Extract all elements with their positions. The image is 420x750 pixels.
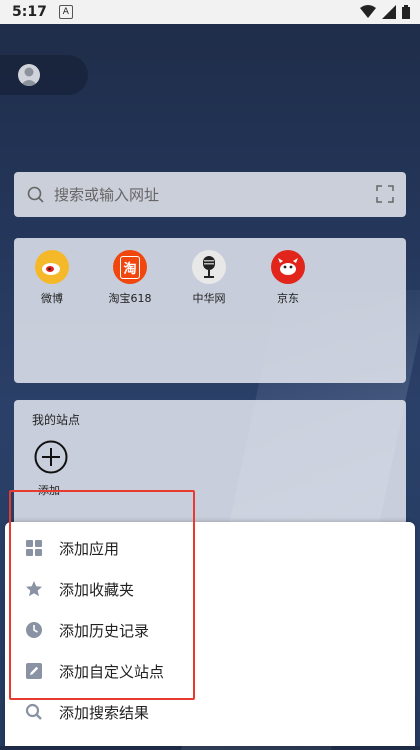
- jd-icon: [271, 250, 305, 284]
- search-icon: [25, 703, 42, 720]
- search-input[interactable]: 搜索或输入网址: [14, 172, 406, 217]
- signal-icon: [382, 5, 396, 19]
- site-label: 淘宝618: [108, 292, 152, 305]
- taobao-icon: 淘: [113, 250, 147, 284]
- site-jd[interactable]: 京东: [250, 250, 326, 306]
- my-sites-title: 我的站点: [32, 413, 81, 427]
- china-com-icon: [192, 250, 226, 284]
- status-bar: 5:17 A: [0, 0, 420, 24]
- user-avatar-button[interactable]: [0, 55, 88, 95]
- site-weibo[interactable]: 微博: [14, 250, 90, 306]
- taobao-glyph: 淘: [120, 255, 140, 279]
- add-site-button[interactable]: [34, 440, 68, 474]
- highlight-box: [9, 490, 195, 700]
- scan-icon[interactable]: [376, 185, 394, 203]
- site-label: 京东: [277, 292, 299, 305]
- site-taobao[interactable]: 淘 淘宝618: [92, 250, 168, 306]
- site-china-com[interactable]: 中华网: [171, 250, 247, 306]
- avatar: [18, 64, 40, 86]
- wifi-icon: [360, 5, 376, 18]
- weibo-icon: [35, 250, 69, 284]
- site-label: 微博: [41, 292, 63, 305]
- menu-item-label: 添加搜索结果: [59, 703, 150, 722]
- quick-sites-panel: 微博 淘 淘宝618 中华网 京东: [14, 238, 406, 383]
- status-time: 5:17: [12, 4, 47, 20]
- search-icon: [27, 186, 44, 203]
- notification-icon: A: [58, 5, 73, 19]
- search-placeholder: 搜索或输入网址: [54, 186, 160, 204]
- site-label: 中华网: [192, 292, 226, 305]
- user-icon: [20, 67, 38, 86]
- status-icons: [360, 5, 410, 19]
- battery-icon: [402, 5, 410, 19]
